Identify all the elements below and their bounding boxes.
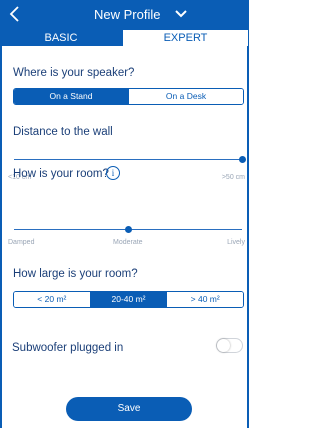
room-question: How is your room? (13, 168, 109, 180)
speaker-position-selector: On a Stand On a Desk (13, 88, 244, 105)
distance-slider-thumb[interactable] (238, 156, 246, 163)
page-title[interactable]: New Profile (94, 7, 160, 22)
option-on-a-stand[interactable]: On a Stand (14, 89, 128, 104)
subwoofer-label: Subwoofer plugged in (12, 342, 124, 354)
tab-basic[interactable]: BASIC (0, 30, 122, 46)
toggle-knob (217, 339, 230, 352)
header-bar: New Profile (0, 0, 249, 30)
room-slider-thumb[interactable] (124, 226, 132, 233)
room-label-lively: Lively (227, 239, 245, 246)
chevron-down-icon[interactable] (175, 9, 187, 19)
tab-expert[interactable]: EXPERT (122, 30, 248, 46)
room-label-moderate: Moderate (113, 239, 143, 246)
option-20-40[interactable]: 20-40 m² (89, 292, 167, 307)
speaker-question: Where is your speaker? (13, 67, 135, 79)
distance-max-label: >50 cm (221, 174, 245, 181)
chevron-left-icon[interactable] (6, 4, 24, 24)
option-on-a-desk[interactable]: On a Desk (128, 89, 243, 104)
distance-question: Distance to the wall (13, 126, 113, 138)
option-over-40[interactable]: > 40 m² (166, 292, 243, 307)
main-content: Where is your speaker? On a Stand On a D… (0, 46, 249, 428)
room-label-damped: Damped (8, 239, 35, 246)
save-button[interactable]: Save (66, 397, 192, 421)
subwoofer-toggle[interactable] (216, 338, 243, 353)
room-size-selector: < 20 m² 20-40 m² > 40 m² (13, 291, 244, 308)
distance-slider-track[interactable] (14, 159, 242, 160)
size-question: How large is your room? (13, 268, 138, 280)
option-under-20[interactable]: < 20 m² (14, 292, 90, 307)
tab-bar: BASIC EXPERT (0, 30, 249, 46)
info-icon[interactable]: i (106, 166, 120, 180)
